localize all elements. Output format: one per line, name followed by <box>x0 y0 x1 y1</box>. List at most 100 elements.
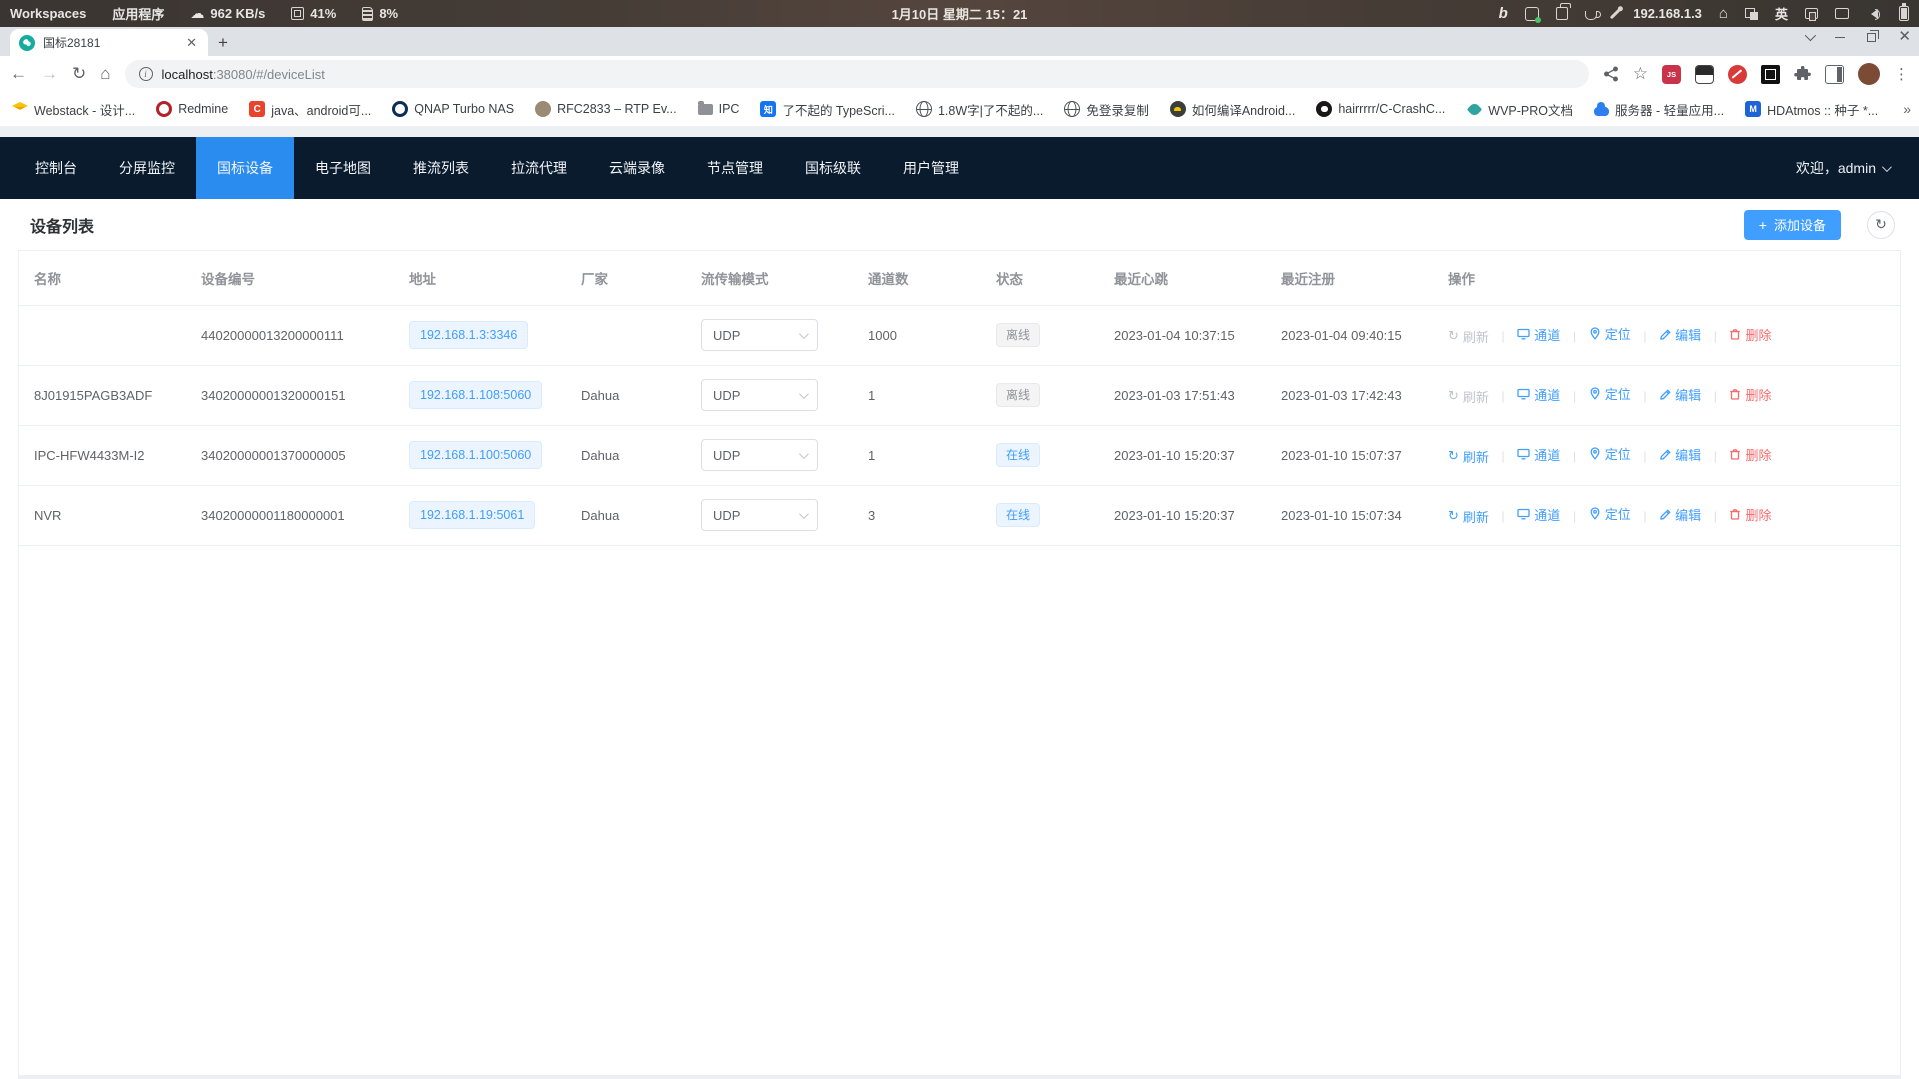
nav-item-国标设备[interactable]: 国标设备 <box>196 137 294 199</box>
phone-link-icon[interactable] <box>1805 8 1818 19</box>
nav-item-云端录像[interactable]: 云端录像 <box>588 137 686 199</box>
bookmark-label: 服务器 - 轻量应用... <box>1615 100 1724 119</box>
bookmark-item[interactable]: 知了不起的 TypeScri... <box>760 100 895 119</box>
nav-item-控制台[interactable]: 控制台 <box>14 137 98 199</box>
display-icon[interactable] <box>1835 8 1849 19</box>
row-edit-button[interactable]: 编辑 <box>1659 325 1701 344</box>
browser-menu-icon[interactable]: ⋮ <box>1894 65 1909 83</box>
color-picker-icon[interactable] <box>1610 8 1621 19</box>
edit-pen-icon <box>1659 388 1671 400</box>
row-channel-button[interactable]: 通道 <box>1517 445 1560 464</box>
bookmark-item[interactable]: Cjava、android可... <box>249 100 371 119</box>
row-channel-button[interactable]: 通道 <box>1517 385 1560 404</box>
caffeine-icon[interactable] <box>1585 11 1597 20</box>
extensions-puzzle-icon[interactable] <box>1794 66 1811 83</box>
tab-close-icon[interactable]: ✕ <box>184 35 199 51</box>
profile-avatar[interactable] <box>1858 63 1880 85</box>
row-edit-button[interactable]: 编辑 <box>1659 505 1701 524</box>
applications-menu[interactable]: 应用程序 <box>112 4 164 23</box>
row-locate-button[interactable]: 定位 <box>1589 504 1631 523</box>
screenshot-extension-icon[interactable] <box>1761 65 1780 84</box>
input-method-indicator[interactable]: 英 <box>1775 4 1788 23</box>
tab-search-icon[interactable] <box>1805 30 1816 41</box>
bookmark-item[interactable]: RFC2833 – RTP Ev... <box>535 101 677 117</box>
site-info-icon[interactable]: i <box>139 67 153 81</box>
window-switcher-icon[interactable] <box>1745 8 1758 20</box>
row-delete-button[interactable]: 删除 <box>1729 505 1771 524</box>
stream-mode-select[interactable]: UDP <box>701 499 818 531</box>
volume-icon[interactable] <box>1866 9 1878 19</box>
bookmark-item[interactable]: Redmine <box>156 101 228 117</box>
bookmark-item[interactable]: MHDAtmos :: 种子 *... <box>1745 100 1878 119</box>
share-icon[interactable] <box>1603 66 1619 82</box>
browser-tab[interactable]: 国标28181 ✕ <box>10 29 208 56</box>
reload-icon[interactable]: ↻ <box>72 64 86 84</box>
restore-icon[interactable] <box>1867 33 1876 42</box>
adblock-extension-icon[interactable] <box>1728 65 1747 84</box>
nav-item-拉流代理[interactable]: 拉流代理 <box>490 137 588 199</box>
device-id-cell: 34020000001320000151 <box>186 365 394 425</box>
bookmarks-overflow-button[interactable]: » <box>1903 101 1911 117</box>
stream-mode-select[interactable]: UDP <box>701 439 818 471</box>
row-refresh-button[interactable]: ↻刷新 <box>1448 447 1489 466</box>
nav-item-用户管理[interactable]: 用户管理 <box>882 137 980 199</box>
new-tab-button[interactable]: + <box>218 33 228 53</box>
row-delete-button[interactable]: 删除 <box>1729 445 1771 464</box>
row-edit-button[interactable]: 编辑 <box>1659 385 1701 404</box>
bookmark-item[interactable]: 服务器 - 轻量应用... <box>1594 100 1724 119</box>
refresh-list-button[interactable]: ↻ <box>1867 211 1895 239</box>
minimize-icon[interactable] <box>1835 37 1845 38</box>
bookmark-item[interactable]: 1.8W字|了不起的... <box>916 100 1043 119</box>
clock[interactable]: 1月10日 星期二 15：21 <box>892 4 1028 23</box>
globe-icon <box>916 101 932 117</box>
bookmark-item[interactable]: Webstack - 设计... <box>12 100 135 119</box>
side-panel-icon[interactable] <box>1825 65 1844 84</box>
add-device-button[interactable]: + 添加设备 <box>1744 210 1841 240</box>
workspaces-button[interactable]: Workspaces <box>10 6 86 21</box>
stream-mode-select[interactable]: UDP <box>701 319 818 351</box>
bookmark-item[interactable]: IPC <box>698 102 740 116</box>
bing-tray-icon[interactable]: b <box>1499 5 1508 22</box>
nav-item-分屏监控[interactable]: 分屏监控 <box>98 137 196 199</box>
back-icon[interactable]: ← <box>10 64 27 84</box>
row-locate-button[interactable]: 定位 <box>1589 384 1631 403</box>
row-refresh-button[interactable]: ↻刷新 <box>1448 327 1489 346</box>
channel-icon <box>1517 508 1530 520</box>
browser-home-icon[interactable]: ⌂ <box>100 64 110 84</box>
bookmark-item[interactable]: 免登录复制 <box>1064 100 1149 119</box>
user-menu[interactable]: 欢迎，admin <box>1796 158 1889 178</box>
notification-app-icon[interactable] <box>1525 7 1539 21</box>
nav-item-节点管理[interactable]: 节点管理 <box>686 137 784 199</box>
status-badge: 在线 <box>996 443 1040 467</box>
window-close-icon[interactable]: ✕ <box>1898 32 1911 42</box>
row-delete-button[interactable]: 删除 <box>1729 325 1771 344</box>
address-bar[interactable]: i localhost:38080/#/deviceList <box>125 60 1589 88</box>
stream-mode-select[interactable]: UDP <box>701 379 818 411</box>
bookmark-star-icon[interactable]: ☆ <box>1633 64 1648 84</box>
row-refresh-button[interactable]: ↻刷新 <box>1448 387 1489 406</box>
nav-item-电子地图[interactable]: 电子地图 <box>294 137 392 199</box>
row-channel-button[interactable]: 通道 <box>1517 325 1560 344</box>
row-locate-button[interactable]: 定位 <box>1589 444 1631 463</box>
device-id-cell: 44020000013200000111 <box>186 305 394 365</box>
row-locate-button[interactable]: 定位 <box>1589 324 1631 343</box>
bookmark-item[interactable]: WVP-PRO文档 <box>1466 100 1573 119</box>
bookmark-item[interactable]: hairrrrr/C-CrashC... <box>1316 101 1445 117</box>
bookmark-item[interactable]: QNAP Turbo NAS <box>392 101 514 117</box>
nav-item-国标级联[interactable]: 国标级联 <box>784 137 882 199</box>
json-viewer-extension-icon[interactable]: JS <box>1662 65 1681 84</box>
nav-item-推流列表[interactable]: 推流列表 <box>392 137 490 199</box>
home-tray-icon[interactable]: ⌂ <box>1719 5 1728 22</box>
row-edit-button[interactable]: 编辑 <box>1659 445 1701 464</box>
location-pin-icon <box>1589 387 1601 400</box>
clipboard-icon[interactable] <box>1556 7 1568 20</box>
bookmark-item[interactable]: 如何编译Android... <box>1170 100 1296 119</box>
row-delete-button[interactable]: 删除 <box>1729 385 1771 404</box>
battery-icon <box>1899 6 1909 21</box>
row-channel-button[interactable]: 通道 <box>1517 505 1560 524</box>
vendor-cell: Dahua <box>566 365 686 425</box>
ip-address-indicator[interactable]: 192.168.1.3 <box>1633 6 1702 21</box>
forward-icon[interactable]: → <box>41 64 58 84</box>
row-refresh-button[interactable]: ↻刷新 <box>1448 507 1489 526</box>
mask-extension-icon[interactable] <box>1695 65 1714 84</box>
